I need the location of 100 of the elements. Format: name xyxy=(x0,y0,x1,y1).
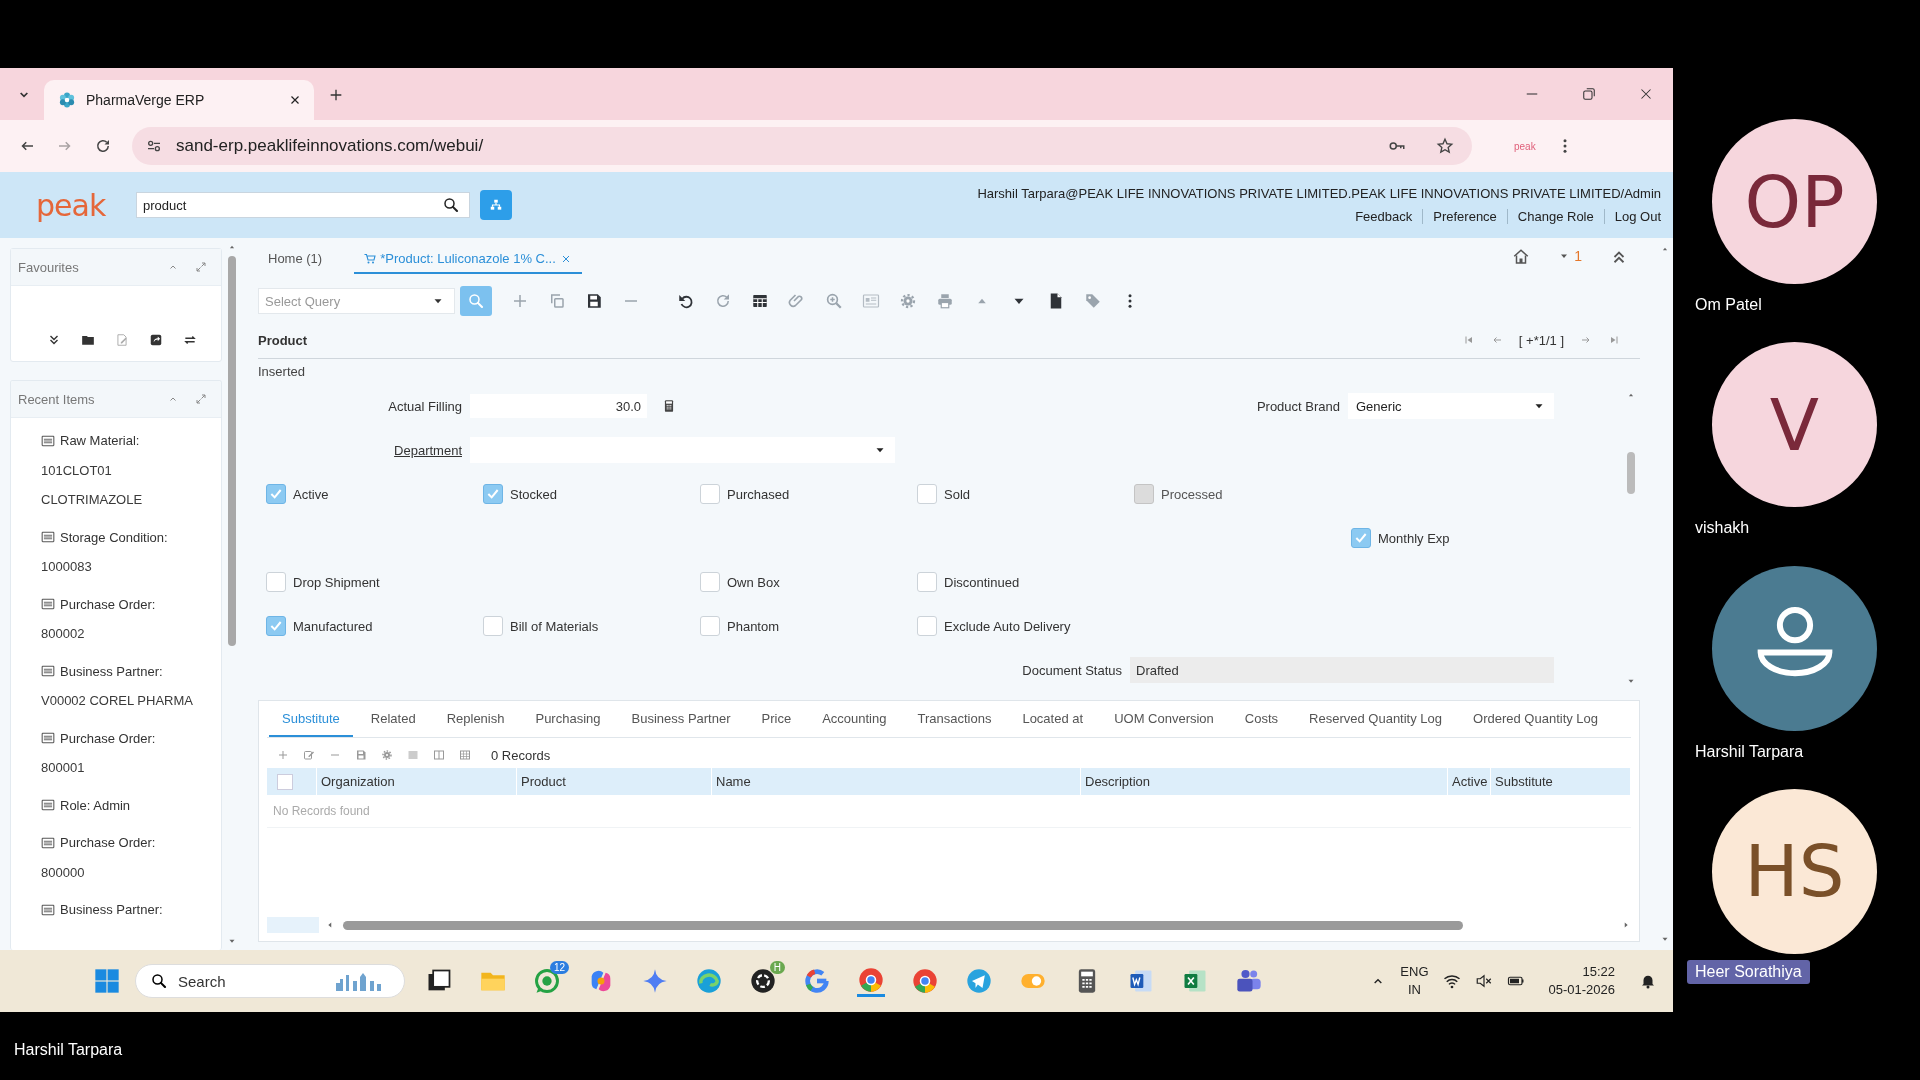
table-icon[interactable] xyxy=(751,292,769,310)
search-field[interactable]: product xyxy=(136,192,470,218)
checkbox[interactable] xyxy=(700,484,720,504)
refresh-icon[interactable] xyxy=(714,292,732,310)
folder-icon[interactable] xyxy=(81,333,95,347)
wave-icon[interactable] xyxy=(695,967,723,995)
recent-item-link[interactable]: Business Partner: xyxy=(60,663,163,679)
browser-icon[interactable] xyxy=(857,965,885,997)
detail-tab[interactable]: Located at xyxy=(1009,701,1097,737)
home-icon[interactable] xyxy=(1512,248,1531,266)
settings-icon[interactable] xyxy=(381,749,393,761)
settings-icon[interactable] xyxy=(899,292,917,310)
number-field[interactable]: 30.0 xyxy=(470,394,647,418)
header-link[interactable]: Log Out xyxy=(1603,209,1661,224)
column-header[interactable]: Name xyxy=(716,774,751,789)
undo-icon[interactable] xyxy=(677,292,695,310)
star-icon[interactable] xyxy=(1436,137,1454,155)
expand-icon[interactable] xyxy=(195,393,207,405)
search-button[interactable] xyxy=(460,286,492,316)
detail-tab[interactable]: Costs xyxy=(1231,701,1292,737)
checkbox[interactable] xyxy=(1351,528,1371,548)
query-field[interactable]: Select Query xyxy=(258,288,455,314)
checkbox[interactable] xyxy=(917,572,937,592)
detail-tab[interactable]: Purchasing xyxy=(522,701,614,737)
scrollbar-thumb[interactable] xyxy=(1627,452,1635,494)
detail-tab[interactable]: Price xyxy=(748,701,805,737)
header-link[interactable]: Change Role xyxy=(1506,209,1604,224)
detail-tab[interactable]: Business Partner xyxy=(618,701,744,737)
clock[interactable]: 15:22 05-01-2026 xyxy=(1548,963,1615,999)
header-link[interactable]: Feedback xyxy=(1345,209,1423,224)
checkbox[interactable] xyxy=(266,616,286,636)
detail-tab[interactable]: Substitute xyxy=(269,701,353,737)
reload-icon[interactable] xyxy=(94,137,112,155)
column-header[interactable]: Description xyxy=(1085,774,1151,789)
edit-document-icon[interactable] xyxy=(115,333,129,347)
recent-item-link[interactable]: 800000 xyxy=(41,857,85,887)
calculator-icon[interactable] xyxy=(662,399,676,413)
recent-item-link[interactable]: V00002 COREL PHARMA xyxy=(41,686,193,716)
card-icon[interactable] xyxy=(862,292,880,310)
edit-icon[interactable] xyxy=(303,749,315,761)
wifi-icon[interactable] xyxy=(1442,972,1461,990)
paperclip-icon[interactable] xyxy=(788,292,806,310)
sitemap-button[interactable] xyxy=(480,190,512,220)
columns-icon[interactable] xyxy=(433,749,445,761)
checkbox[interactable] xyxy=(266,572,286,592)
browser-tab[interactable]: PharmaVerge ERP xyxy=(44,80,314,120)
grid-icon[interactable] xyxy=(459,749,471,761)
ring-icon[interactable] xyxy=(803,967,831,995)
double-chevron-icon[interactable] xyxy=(47,333,61,347)
column-header[interactable]: Organization xyxy=(321,774,395,789)
detail-tab[interactable]: Ordered Quantity Log xyxy=(1460,701,1612,737)
plus-icon[interactable] xyxy=(511,292,529,310)
recent-item-link[interactable]: 1000083 xyxy=(41,552,92,582)
column-header[interactable]: Product xyxy=(521,774,566,789)
detail-tab[interactable]: Transactions xyxy=(904,701,1005,737)
checkbox[interactable] xyxy=(917,616,937,636)
save-icon[interactable] xyxy=(585,292,603,310)
select-all-checkbox[interactable] xyxy=(277,773,293,790)
recent-item-link[interactable]: Role: Admin xyxy=(60,797,131,813)
column-header[interactable]: Substitute xyxy=(1495,774,1553,789)
brand-select[interactable]: Generic xyxy=(1348,393,1554,419)
detail-tab[interactable]: Related xyxy=(357,701,429,737)
checkbox[interactable] xyxy=(266,484,286,504)
tag-icon[interactable] xyxy=(1084,292,1102,310)
search-input[interactable]: Search xyxy=(178,972,298,990)
detail-tab[interactable]: UOM Conversion xyxy=(1101,701,1227,737)
zoom-in-icon[interactable] xyxy=(825,292,843,310)
tune-icon[interactable] xyxy=(146,138,162,154)
expand-icon[interactable] xyxy=(195,261,207,273)
scrollbar-thumb[interactable] xyxy=(343,920,1463,930)
recent-item-link[interactable]: Purchase Order: xyxy=(60,730,156,746)
address-bar[interactable]: sand-erp.peaklifeinnovations.com/webui/ xyxy=(132,127,1472,165)
new-tab-icon[interactable] xyxy=(328,87,344,103)
recent-item-link[interactable]: 800002 xyxy=(41,619,85,649)
checkbox[interactable] xyxy=(700,616,720,636)
header-link[interactable]: Preference xyxy=(1422,209,1507,224)
detail-tab[interactable]: Reserved Quantity Log xyxy=(1296,701,1456,737)
checkbox[interactable] xyxy=(700,572,720,592)
language-indicator[interactable]: ENG IN xyxy=(1400,963,1429,999)
recent-item-link[interactable]: Storage Condition: xyxy=(60,529,168,545)
checkbox[interactable] xyxy=(483,616,503,636)
recent-item-link[interactable]: CLOTRIMAZOLE xyxy=(41,485,143,515)
first-record-icon[interactable] xyxy=(1462,334,1475,346)
checkbox[interactable] xyxy=(917,484,937,504)
detail-tab[interactable]: Accounting xyxy=(809,701,900,737)
swap-icon[interactable] xyxy=(183,333,197,347)
column-header[interactable]: Active xyxy=(1452,774,1488,789)
printer-icon[interactable] xyxy=(936,292,954,310)
muted-speaker-icon[interactable] xyxy=(1474,972,1493,990)
copy-icon[interactable] xyxy=(548,292,566,310)
window-tab[interactable]: Home (1) xyxy=(258,248,333,274)
department-link[interactable]: Department xyxy=(394,442,462,458)
scrollbar-thumb[interactable] xyxy=(228,256,236,646)
detail-tab[interactable]: Replenish xyxy=(433,701,518,737)
recent-item-link[interactable]: Purchase Order: xyxy=(60,835,156,851)
export-icon[interactable] xyxy=(149,333,163,347)
people-icon[interactable] xyxy=(1235,967,1263,995)
plus-icon[interactable] xyxy=(277,749,289,761)
recent-item-link[interactable]: 101CLOT01 xyxy=(41,455,112,485)
browser-icon[interactable] xyxy=(911,967,939,995)
